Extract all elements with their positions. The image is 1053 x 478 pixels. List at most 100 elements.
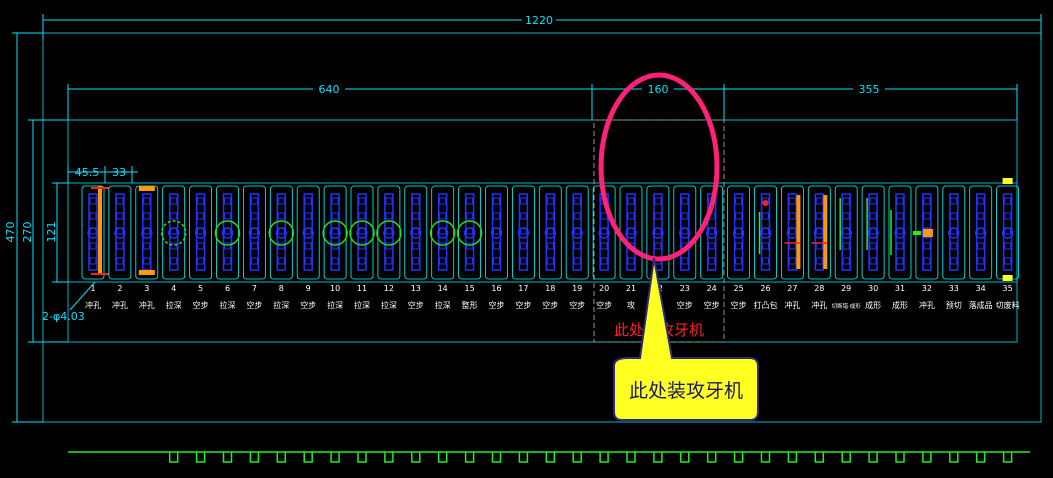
station-operation: 空步 (246, 300, 262, 310)
station-operation: 落成品 (969, 300, 993, 310)
station-number: 19 (572, 284, 582, 293)
station-32: 32 冲孔 (912, 185, 939, 310)
station-number: 18 (545, 284, 555, 293)
station-number: 10 (330, 284, 340, 293)
station-27: 27 冲孔 (781, 185, 804, 310)
station-31: 31 成形 (888, 185, 912, 310)
station-number: 13 (411, 284, 421, 293)
profile-mark (249, 452, 260, 463)
station-number: 28 (814, 284, 824, 293)
station-3: 3 冲孔 (135, 185, 159, 310)
station-number: 23 (680, 284, 690, 293)
station-operation: 空步 (300, 300, 316, 310)
profile-mark (222, 452, 233, 463)
profile-mark (653, 452, 663, 463)
station-operation: 拉深 (354, 300, 370, 310)
station-number: 17 (518, 284, 528, 293)
profile-mark (411, 452, 421, 463)
station-operation: 拉深 (435, 300, 451, 310)
station-11: 11 拉深 (349, 185, 375, 310)
profile-mark (626, 452, 636, 463)
station-25: 25 空步 (727, 185, 750, 310)
station-number: 26 (760, 284, 770, 293)
profile-mark (841, 452, 851, 463)
callout-text: 此处装攻牙机 (629, 380, 743, 402)
station-2: 2 冲孔 (108, 185, 132, 310)
profile-mark (895, 452, 905, 463)
profile-mark (464, 452, 475, 463)
profile-mark (599, 452, 609, 463)
station-number: 9 (306, 284, 311, 293)
dim-label-pitch-second: 33 (112, 166, 126, 179)
station-number: 15 (465, 284, 475, 293)
profile-mark (303, 452, 313, 463)
station-operation: 空步 (569, 300, 585, 310)
station-34: 34 落成品 (969, 185, 993, 310)
profile-mark (330, 452, 340, 463)
station-operation: 空步 (731, 300, 747, 310)
station-operation: 冲孔 (784, 300, 800, 310)
station-operation: 空步 (704, 300, 720, 310)
dim-label-segment-a: 640 (319, 83, 340, 96)
profile-mark (545, 452, 556, 463)
station-number: 12 (384, 284, 394, 293)
station-number: 16 (491, 284, 501, 293)
profile-mark (518, 452, 529, 463)
station-operation: 成形 (892, 300, 908, 310)
station-number: 29 (841, 284, 851, 293)
profile-mark (491, 452, 502, 463)
cad-drawing-canvas: 1220 640 160 355 470 270 121 45.5 33 2-φ… (0, 0, 1053, 474)
station-operation: 切断错·成形 (832, 302, 862, 310)
profile-mark (680, 452, 690, 463)
profile-mark (706, 452, 717, 463)
station-number: 4 (171, 284, 176, 293)
station-operation: 整形 (462, 300, 478, 310)
station-number: 8 (279, 284, 284, 293)
profile-mark (572, 452, 582, 463)
profile-mark (949, 452, 959, 463)
station-number: 5 (198, 284, 203, 293)
station-operation: 拉深 (381, 300, 397, 310)
station-number: 7 (252, 284, 257, 293)
station-operation: 空步 (542, 300, 558, 310)
profile-mark (733, 452, 744, 463)
station-operation: 空步 (515, 300, 531, 310)
profile-mark (922, 452, 932, 463)
station-29: 29 切断错·成形 (832, 185, 862, 310)
dim-label-segment-b: 160 (648, 83, 669, 96)
station-operation: 冲孔 (85, 300, 101, 310)
station-number: 2 (117, 284, 122, 293)
station-number: 35 (1003, 284, 1013, 293)
station-30: 30 成形 (861, 185, 885, 310)
station-35: 35 切废料 (996, 178, 1020, 310)
station-12: 12 拉深 (376, 185, 402, 310)
station-28: 28 冲孔 (807, 185, 831, 310)
station-operation: 拉深 (327, 300, 343, 310)
station-number: 24 (707, 284, 717, 293)
station-operation: 冲孔 (112, 300, 128, 310)
profile-mark (168, 452, 179, 463)
profile-mark (787, 452, 798, 463)
station-operation: 拉深 (273, 300, 289, 310)
station-16: 16 空步 (485, 185, 508, 310)
station-4: 4 拉深 (160, 185, 187, 310)
station-operation: 冲孔 (139, 300, 155, 310)
station-number: 27 (787, 284, 797, 293)
station-number: 31 (895, 284, 905, 293)
station-number: 32 (922, 284, 932, 293)
station-operation: 拉深 (166, 300, 182, 310)
station-number: 30 (868, 284, 878, 293)
profile-mark (437, 452, 448, 463)
station-10: 10 拉深 (322, 185, 348, 310)
profile-mark (357, 452, 367, 463)
station-number: 33 (949, 284, 959, 293)
station-number: 3 (144, 284, 149, 293)
station-19: 19 空步 (565, 185, 589, 310)
dim-label-overall-height: 470 (4, 222, 17, 243)
highlight-ellipse (598, 72, 720, 262)
station-number: 14 (438, 284, 448, 293)
station-operation: 空步 (677, 300, 693, 310)
profile-mark (760, 452, 771, 463)
hole-spec-label: 2-φ4.03 (42, 310, 85, 323)
profile-mark (276, 452, 287, 463)
